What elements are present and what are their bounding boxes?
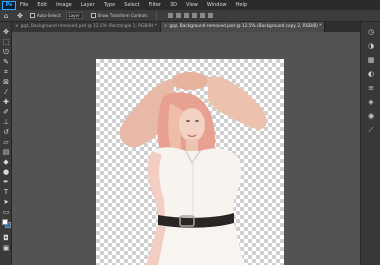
quick-select-tool-icon[interactable]: ✎ bbox=[2, 58, 10, 66]
tab-label: gqz, Background removed.psd @ 12.5% (Rec… bbox=[20, 24, 157, 29]
menu-window[interactable]: Window bbox=[207, 2, 227, 8]
menu-image[interactable]: Image bbox=[56, 2, 72, 8]
document-canvas[interactable] bbox=[96, 59, 284, 265]
tab-rectangle-document[interactable]: × gqz, Background removed.psd @ 12.5% (Re… bbox=[12, 22, 161, 32]
move-tool-icon[interactable]: ✥ bbox=[2, 28, 10, 36]
blur-tool-icon[interactable]: ◆ bbox=[2, 158, 10, 166]
align-top-icon[interactable] bbox=[192, 13, 198, 18]
panel-dock: ◷ ◑ ▦ ◐ ≡ ◈ ◉ ⟋ bbox=[360, 22, 380, 265]
rectangle-tool-icon[interactable]: ▭ bbox=[2, 208, 10, 216]
auto-select-target-dropdown[interactable]: Layer bbox=[65, 12, 83, 19]
history-panel-icon[interactable]: ◷ bbox=[367, 28, 375, 36]
brush-tool-icon[interactable]: ✐ bbox=[2, 108, 10, 116]
tab-label: gqz, Background removed.psd @ 12.5% (Bac… bbox=[169, 24, 322, 29]
quick-mask-icon[interactable]: ◘ bbox=[2, 234, 10, 242]
options-bar: ⌂ ✥ Auto-Select: Layer Show Transform Co… bbox=[0, 10, 380, 22]
show-transform-checkbox[interactable] bbox=[90, 13, 96, 18]
photoshop-logo: Ps bbox=[2, 0, 16, 10]
tab-background-copy-document[interactable]: × gqz, Background removed.psd @ 12.5% (Ba… bbox=[160, 22, 326, 32]
align-bottom-icon[interactable] bbox=[208, 13, 214, 18]
document-tabs: × gqz, Background removed.psd @ 12.5% (Re… bbox=[12, 22, 360, 32]
crop-tool-icon[interactable]: ⌗ bbox=[2, 68, 10, 76]
gradient-tool-icon[interactable]: ▤ bbox=[2, 148, 10, 156]
auto-select-checkbox[interactable] bbox=[30, 13, 35, 18]
align-center-icon[interactable] bbox=[176, 13, 182, 18]
menu-edit[interactable]: Edit bbox=[37, 2, 47, 8]
align-middle-icon[interactable] bbox=[200, 13, 206, 18]
menu-view[interactable]: View bbox=[186, 2, 198, 8]
lasso-tool-icon[interactable]: ᘎ bbox=[2, 48, 10, 56]
healing-brush-tool-icon[interactable]: ✚ bbox=[2, 98, 10, 106]
color-panel-icon[interactable]: ◑ bbox=[367, 42, 375, 50]
tools-panel: ✥ ⬚ ᘎ ✎ ⌗ ⊠ ⁄ ✚ ✐ ⊥ ↺ ▱ ▤ ◆ ● ✒ T ➤ ▭ ✋ … bbox=[0, 22, 12, 265]
menu-layer[interactable]: Layer bbox=[81, 2, 95, 8]
channels-panel-icon[interactable]: ◉ bbox=[367, 112, 375, 120]
menu-select[interactable]: Select bbox=[124, 2, 139, 8]
menu-help[interactable]: Help bbox=[236, 2, 247, 8]
adjustments-panel-icon[interactable]: ◐ bbox=[367, 70, 375, 78]
frame-tool-icon[interactable]: ⊠ bbox=[2, 78, 10, 86]
show-transform-label: Show Transform Controls bbox=[97, 13, 148, 18]
close-icon[interactable]: × bbox=[15, 24, 19, 29]
menu-file[interactable]: File bbox=[20, 2, 28, 8]
eraser-tool-icon[interactable]: ▱ bbox=[2, 138, 10, 146]
canvas-area[interactable] bbox=[12, 32, 360, 265]
path-selection-tool-icon[interactable]: ➤ bbox=[2, 198, 10, 206]
clone-stamp-tool-icon[interactable]: ⊥ bbox=[2, 118, 10, 126]
history-brush-tool-icon[interactable]: ↺ bbox=[2, 128, 10, 136]
paths-panel-icon[interactable]: ⟋ bbox=[367, 126, 375, 134]
move-tool-icon[interactable]: ✥ bbox=[16, 12, 24, 20]
menu-bar: Ps File Edit Image Layer Type Select Fil… bbox=[0, 0, 380, 10]
menu-type[interactable]: Type bbox=[104, 2, 115, 8]
screen-mode-icon[interactable]: ▣ bbox=[2, 244, 10, 252]
cutout-photo bbox=[119, 72, 267, 265]
align-buttons-group bbox=[168, 13, 228, 19]
close-icon[interactable]: × bbox=[164, 24, 168, 29]
layers-panel-icon[interactable]: ◈ bbox=[367, 98, 375, 106]
type-tool-icon[interactable]: T bbox=[2, 188, 10, 196]
pen-tool-icon[interactable]: ✒ bbox=[2, 178, 10, 186]
properties-panel-icon[interactable]: ≡ bbox=[367, 84, 375, 92]
swatches-panel-icon[interactable]: ▦ bbox=[367, 56, 375, 64]
menu-3d[interactable]: 3D bbox=[170, 2, 177, 8]
dodge-tool-icon[interactable]: ● bbox=[2, 168, 10, 176]
align-left-icon[interactable] bbox=[168, 13, 174, 18]
marquee-tool-icon[interactable]: ⬚ bbox=[2, 38, 10, 46]
auto-select-label: Auto-Select: bbox=[37, 13, 62, 18]
eyedropper-tool-icon[interactable]: ⁄ bbox=[2, 88, 10, 96]
options-divider bbox=[156, 11, 158, 20]
foreground-color-swatch[interactable] bbox=[2, 219, 8, 225]
menu-filter[interactable]: Filter bbox=[149, 2, 161, 8]
home-icon[interactable]: ⌂ bbox=[2, 12, 10, 20]
align-right-icon[interactable] bbox=[184, 13, 190, 18]
